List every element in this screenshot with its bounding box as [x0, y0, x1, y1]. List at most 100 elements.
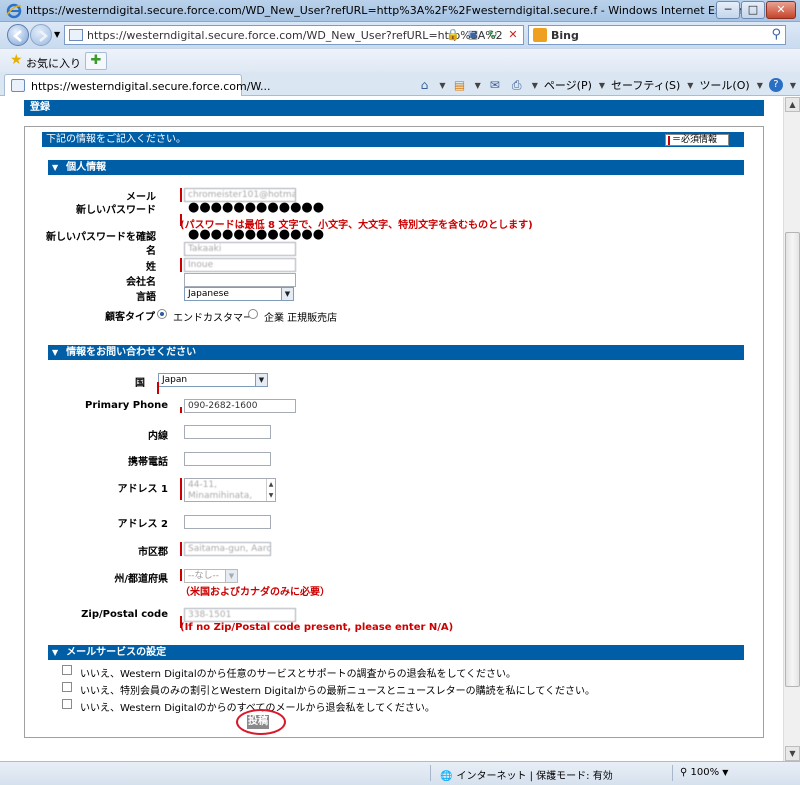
- mobile-field[interactable]: [184, 452, 271, 466]
- tools-menu[interactable]: ツール(O): [699, 77, 749, 93]
- required-marker: [180, 258, 182, 272]
- required-marker: [180, 407, 182, 413]
- mail-icon[interactable]: ✉: [487, 77, 503, 93]
- security-zone[interactable]: 🌐 インターネット | 保護モード: 有効: [440, 767, 613, 782]
- section-inquiry-title: 情報をお問い合わせください: [66, 347, 197, 358]
- confirm-password-label: 新しいパスワードを確認: [46, 232, 156, 243]
- address1-line1: 44-11,: [188, 480, 218, 490]
- globe-icon: 🌐: [440, 771, 453, 782]
- language-label: 言語: [136, 292, 156, 303]
- language-value: Japanese: [188, 289, 229, 299]
- feeds-dropdown-icon[interactable]: ▼: [475, 81, 481, 90]
- address2-field[interactable]: [184, 515, 271, 529]
- new-password-field[interactable]: ●●●●●●●●●●●●: [188, 201, 324, 215]
- help-icon[interactable]: ?: [768, 78, 783, 92]
- required-marker: [157, 382, 159, 394]
- city-field[interactable]: Saitama-gun, Aaro: [184, 542, 271, 556]
- dropdown-arrow-icon: ▼: [281, 288, 293, 300]
- tools-menu-dropdown-icon[interactable]: ▼: [757, 81, 763, 90]
- address2-label: アドレス 2: [117, 519, 168, 530]
- extension-label: 内線: [148, 431, 168, 442]
- print-icon[interactable]: ⎙: [509, 77, 525, 93]
- home-icon[interactable]: ⌂: [416, 77, 432, 93]
- lock-icon[interactable]: 🔒: [445, 27, 461, 43]
- company-field[interactable]: [184, 273, 296, 287]
- customer-type-label: 顧客タイプ: [105, 312, 155, 323]
- history-dropdown-icon[interactable]: ▼: [54, 30, 60, 39]
- language-select[interactable]: Japanese ▼: [184, 287, 294, 301]
- bing-icon: [533, 28, 547, 42]
- address-bar[interactable]: https://westerndigital.secure.force.com/…: [64, 25, 524, 45]
- favorites-star-icon[interactable]: ★: [10, 52, 23, 68]
- radio-reseller[interactable]: [248, 309, 258, 319]
- scroll-down-icon[interactable]: ▼: [785, 746, 800, 761]
- state-value: --なし--: [188, 571, 219, 581]
- search-icon[interactable]: ⚲: [771, 27, 781, 42]
- mail-option-checkbox-2[interactable]: [62, 682, 72, 692]
- maximize-button[interactable]: □: [741, 1, 765, 19]
- zoom-control[interactable]: ⚲ 100% ▼: [680, 767, 728, 778]
- back-arrow-icon: [13, 30, 22, 42]
- compatibility-view-icon[interactable]: ▣: [465, 27, 481, 43]
- primary-phone-field[interactable]: 090-2682-1600: [184, 399, 296, 413]
- zip-field[interactable]: 338-1501: [184, 608, 296, 622]
- section-mail-header[interactable]: ▼ メールサービスの設定: [48, 645, 744, 660]
- instructions-bar: 下記の情報をご記入ください。: [42, 132, 744, 147]
- required-marker: [180, 542, 182, 556]
- minimize-button[interactable]: ─: [716, 1, 740, 19]
- search-box[interactable]: Bing ⚲: [528, 25, 786, 45]
- dropdown-arrow-icon: ▼: [225, 570, 237, 582]
- help-dropdown-icon[interactable]: ▼: [790, 81, 796, 90]
- required-marker: [180, 569, 182, 581]
- page-icon: [69, 29, 83, 41]
- internet-explorer-icon: [6, 3, 22, 19]
- home-dropdown-icon[interactable]: ▼: [439, 81, 445, 90]
- last-name-label: 姓: [146, 262, 156, 273]
- tab-bar: https://westerndigital.secure.force.com/…: [0, 72, 800, 96]
- address1-label: アドレス 1: [117, 484, 168, 495]
- search-provider: Bing: [551, 29, 579, 42]
- first-name-field[interactable]: Takaaki: [184, 242, 296, 256]
- mobile-label: 携帯電話: [128, 457, 168, 468]
- address1-line2: Minamihinata,: [188, 491, 253, 501]
- tab-current[interactable]: https://westerndigital.secure.force.com/…: [4, 74, 271, 96]
- refresh-icon[interactable]: ↻: [485, 27, 501, 43]
- radio-end-customer[interactable]: [157, 309, 167, 319]
- extension-field[interactable]: [184, 425, 271, 439]
- favorites-button[interactable]: お気に入り: [26, 55, 81, 71]
- zoom-level: 100%: [690, 767, 720, 778]
- add-favorite-icon[interactable]: ✚: [85, 52, 107, 70]
- feeds-icon[interactable]: ▤: [452, 77, 468, 93]
- mail-option-checkbox-1[interactable]: [62, 665, 72, 675]
- confirm-password-field[interactable]: ●●●●●●●●●●●●: [188, 228, 324, 242]
- scroll-up-icon[interactable]: ▲: [785, 97, 800, 112]
- status-separator: [430, 765, 431, 781]
- mail-option-label-2: いいえ、特別会員のみの割引とWestern Digitalからの最新ニュースとニ…: [80, 686, 596, 697]
- last-name-field[interactable]: Inoue: [184, 258, 296, 272]
- scroll-thumb[interactable]: [785, 232, 800, 687]
- required-legend: ＝必須情報: [665, 134, 729, 146]
- state-select[interactable]: --なし-- ▼: [184, 569, 238, 583]
- section-personal-header[interactable]: ▼ 個人情報: [48, 160, 744, 175]
- mail-option-checkbox-3[interactable]: [62, 699, 72, 709]
- vertical-scrollbar[interactable]: ▲ ▼: [783, 97, 800, 761]
- forward-button[interactable]: [30, 24, 52, 46]
- safety-menu[interactable]: セーフティ(S): [611, 77, 680, 93]
- forward-arrow-icon: [39, 30, 48, 42]
- state-note: （米国およびカナダのみに必要）: [180, 587, 330, 598]
- zoom-dropdown-icon[interactable]: ▼: [722, 768, 728, 777]
- stop-icon[interactable]: ✕: [505, 27, 521, 43]
- page-menu-dropdown-icon[interactable]: ▼: [599, 81, 605, 90]
- window-titlebar: https://westerndigital.secure.force.com/…: [0, 0, 800, 22]
- safety-menu-dropdown-icon[interactable]: ▼: [687, 81, 693, 90]
- print-dropdown-icon[interactable]: ▼: [532, 81, 538, 90]
- address-url[interactable]: https://westerndigital.secure.force.com/…: [87, 29, 503, 42]
- address1-textarea[interactable]: 44-11, Minamihinata, ▲ ▼: [184, 478, 276, 502]
- tab-page-icon: [11, 79, 25, 92]
- country-select[interactable]: Japan ▼: [158, 373, 268, 387]
- back-button[interactable]: [7, 24, 29, 46]
- textarea-scroll-icon[interactable]: ▲ ▼: [266, 479, 275, 501]
- page-menu[interactable]: ページ(P): [544, 77, 592, 93]
- section-inquiry-header[interactable]: ▼ 情報をお問い合わせください: [48, 345, 744, 360]
- close-button[interactable]: ✕: [766, 1, 796, 19]
